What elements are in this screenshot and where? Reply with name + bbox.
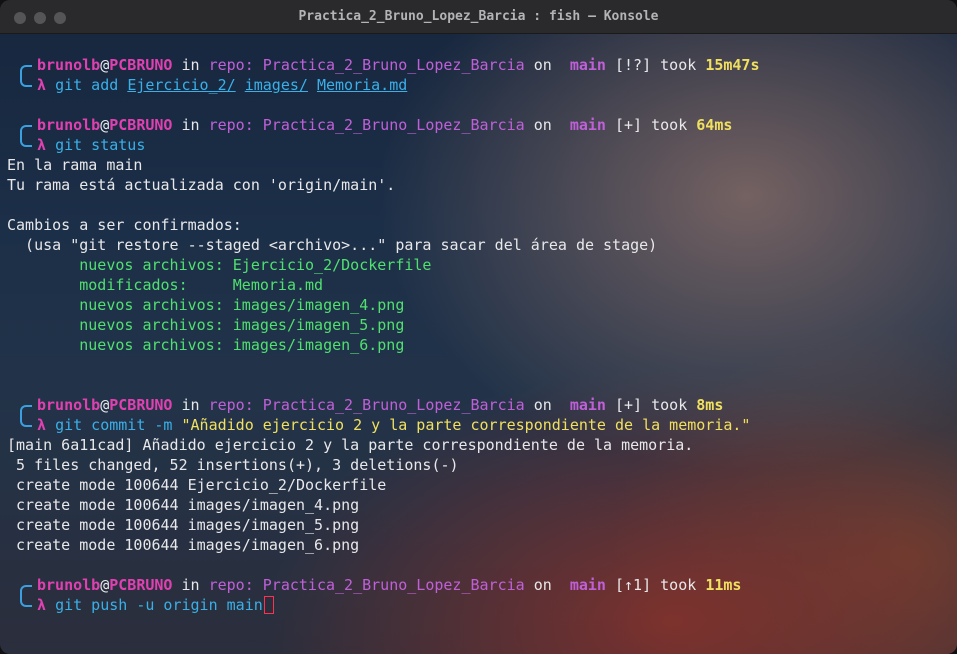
command-duration: 8ms bbox=[696, 396, 724, 414]
command-text: git add bbox=[55, 76, 119, 94]
prompt-line: brunolb@PCBRUNO in repo: Practica_2_Brun… bbox=[7, 115, 957, 137]
command-line[interactable]: λ git push -u origin main bbox=[7, 595, 957, 615]
staged-file-line: modificados: Memoria.md bbox=[7, 276, 324, 294]
output-line: create mode 100644 images/imagen_5.png bbox=[7, 516, 360, 534]
prompt-corner-top-icon bbox=[7, 115, 32, 137]
prompt-corner-top-icon bbox=[7, 575, 32, 597]
window-title: Practica_2_Bruno_Lopez_Barcia : fish — K… bbox=[298, 9, 659, 24]
prompt-branch: main bbox=[569, 56, 606, 74]
git-status: [↑1] bbox=[615, 576, 652, 594]
command-line: λ git commit -m "Añadido ejercicio 2 y l… bbox=[7, 415, 957, 435]
command-text: git status bbox=[55, 136, 146, 154]
output-line: create mode 100644 images/imagen_4.png bbox=[7, 496, 360, 514]
staged-file-line: nuevos archivos: Ejercicio_2/Dockerfile bbox=[7, 256, 432, 274]
prompt-corner-top-icon bbox=[7, 395, 32, 417]
output-line: create mode 100644 Ejercicio_2/Dockerfil… bbox=[7, 476, 387, 494]
command-line: λ git add Ejercicio_2/ images/ Memoria.m… bbox=[7, 75, 957, 95]
command-line: λ git status bbox=[7, 135, 957, 155]
prompt-line: brunolb@PCBRUNO in repo: Practica_2_Brun… bbox=[7, 395, 957, 417]
prompt-repo: Practica_2_Bruno_Lopez_Barcia bbox=[262, 56, 525, 74]
command-duration: 15m47s bbox=[705, 56, 760, 74]
output-line: Cambios a ser confirmados: bbox=[7, 216, 242, 234]
prompt-corner-bottom-icon bbox=[7, 415, 32, 435]
staged-file-line: nuevos archivos: images/imagen_5.png bbox=[7, 316, 405, 334]
command-arg[interactable]: images/ bbox=[245, 76, 308, 94]
prompt-user: brunolb bbox=[37, 56, 101, 74]
prompt-host: PCBRUNO bbox=[109, 56, 173, 74]
command-arg[interactable]: Memoria.md bbox=[317, 76, 407, 94]
git-status: [+] bbox=[615, 116, 643, 134]
prompt-line: brunolb@PCBRUNO in repo: Practica_2_Brun… bbox=[7, 575, 957, 597]
title-bar[interactable]: Practica_2_Bruno_Lopez_Barcia : fish — K… bbox=[0, 0, 957, 34]
staged-file-line: nuevos archivos: images/imagen_4.png bbox=[7, 296, 405, 314]
command-input[interactable]: git push -u origin main bbox=[55, 596, 263, 614]
lambda-icon: λ bbox=[37, 416, 47, 434]
prompt-line: brunolb@PCBRUNO in repo: Practica_2_Brun… bbox=[7, 55, 957, 77]
git-status: [+] bbox=[615, 396, 643, 414]
output-line: Tu rama está actualizada con 'origin/mai… bbox=[7, 176, 396, 194]
command-arg[interactable]: Ejercicio_2/ bbox=[127, 76, 235, 94]
git-status: [!?] bbox=[615, 56, 652, 74]
commit-message: "Añadido ejercicio 2 y la parte correspo… bbox=[181, 416, 751, 434]
output-line: En la rama main bbox=[7, 156, 143, 174]
command-duration: 64ms bbox=[696, 116, 733, 134]
output-line: (usa "git restore --staged <archivo>..."… bbox=[7, 236, 658, 254]
output-line: 5 files changed, 52 insertions(+), 3 del… bbox=[7, 456, 459, 474]
prompt-corner-bottom-icon bbox=[7, 595, 32, 615]
command-duration: 11ms bbox=[705, 576, 742, 594]
terminal-output[interactable]: brunolb@PCBRUNO in repo: Practica_2_Brun… bbox=[7, 55, 957, 615]
output-line: create mode 100644 images/imagen_6.png bbox=[7, 536, 360, 554]
staged-file-line: nuevos archivos: images/imagen_6.png bbox=[7, 336, 405, 354]
lambda-icon: λ bbox=[37, 596, 47, 614]
konsole-window: Practica_2_Bruno_Lopez_Barcia : fish — K… bbox=[0, 0, 957, 654]
prompt-corner-top-icon bbox=[7, 55, 32, 77]
command-text: git commit -m bbox=[55, 416, 173, 434]
output-line: [main 6a11cad] Añadido ejercicio 2 y la … bbox=[7, 436, 694, 454]
prompt-corner-bottom-icon bbox=[7, 75, 32, 95]
text-cursor bbox=[263, 596, 274, 614]
prompt-corner-bottom-icon bbox=[7, 135, 32, 155]
lambda-icon: λ bbox=[37, 76, 47, 94]
lambda-icon: λ bbox=[37, 136, 47, 154]
